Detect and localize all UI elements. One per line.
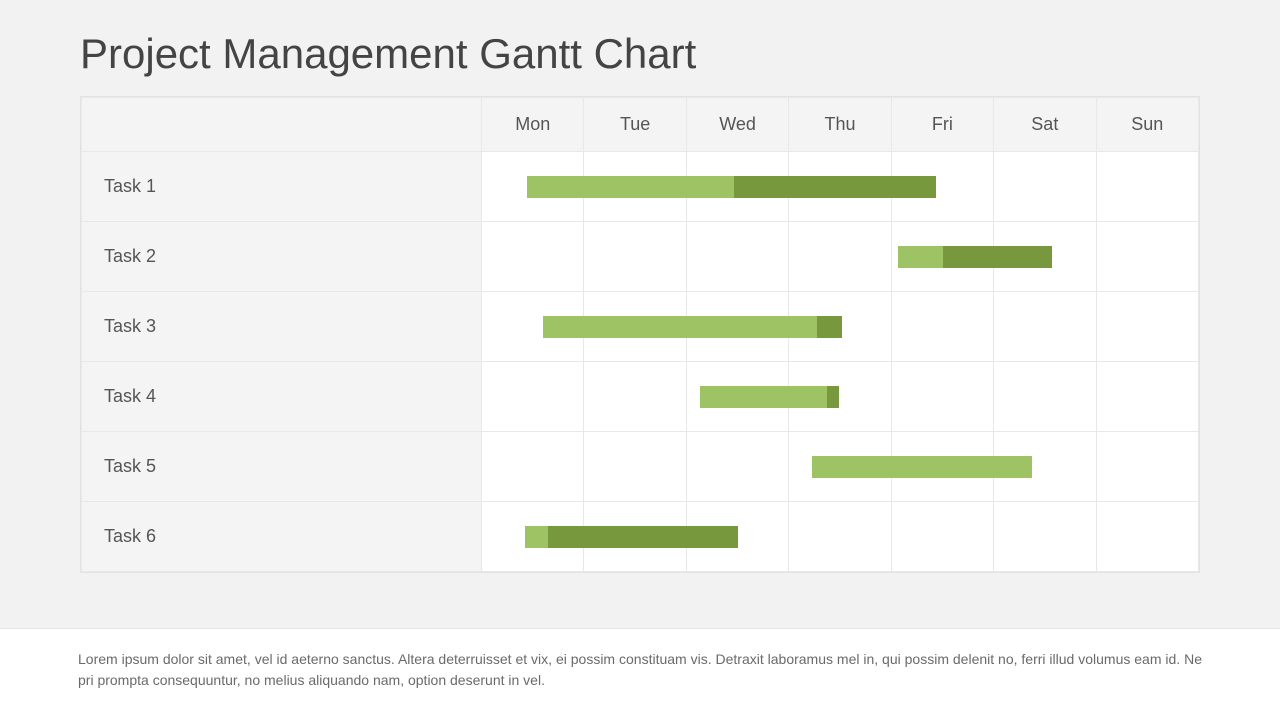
- gantt-cell: [789, 432, 891, 502]
- gantt-header-empty: [82, 98, 482, 152]
- gantt-cell: [584, 292, 686, 362]
- gantt-cell: [789, 502, 891, 572]
- gantt-cell: [994, 222, 1096, 292]
- gantt-cell: [891, 292, 993, 362]
- gantt-cell: [1096, 292, 1198, 362]
- gantt-day-header: Sun: [1096, 98, 1198, 152]
- gantt-cell: [994, 432, 1096, 502]
- gantt-row: Task 6: [82, 502, 1199, 572]
- gantt-cell: [789, 292, 891, 362]
- gantt-cell: [482, 222, 584, 292]
- gantt-task-label: Task 6: [82, 502, 482, 572]
- gantt-chart: Mon Tue Wed Thu Fri Sat Sun Task 1Task 2…: [80, 96, 1200, 573]
- page-title: Project Management Gantt Chart: [0, 0, 1280, 96]
- gantt-row: Task 5: [82, 432, 1199, 502]
- gantt-cell: [994, 502, 1096, 572]
- gantt-cell: [686, 292, 788, 362]
- gantt-cell: [891, 222, 993, 292]
- gantt-cell: [994, 152, 1096, 222]
- gantt-day-header: Thu: [789, 98, 891, 152]
- gantt-cell: [1096, 222, 1198, 292]
- gantt-task-label: Task 4: [82, 362, 482, 432]
- gantt-cell: [482, 292, 584, 362]
- gantt-task-label: Task 1: [82, 152, 482, 222]
- gantt-bar-light: [525, 526, 548, 548]
- gantt-cell: [994, 292, 1096, 362]
- gantt-day-header: Fri: [891, 98, 993, 152]
- gantt-header-row: Mon Tue Wed Thu Fri Sat Sun: [82, 98, 1199, 152]
- gantt-cell: [1096, 502, 1198, 572]
- gantt-cell: [584, 432, 686, 502]
- gantt-cell: [1096, 362, 1198, 432]
- gantt-cell: [482, 432, 584, 502]
- gantt-cell: [686, 152, 788, 222]
- gantt-cell: [1096, 152, 1198, 222]
- gantt-cell: [686, 432, 788, 502]
- gantt-day-header: Mon: [482, 98, 584, 152]
- gantt-cell: [686, 222, 788, 292]
- gantt-day-header: Sat: [994, 98, 1096, 152]
- gantt-table: Mon Tue Wed Thu Fri Sat Sun Task 1Task 2…: [81, 97, 1199, 572]
- gantt-cell: [891, 432, 993, 502]
- gantt-header: Mon Tue Wed Thu Fri Sat Sun: [82, 98, 1199, 152]
- gantt-cell: [789, 152, 891, 222]
- gantt-cell: [789, 222, 891, 292]
- slide: Project Management Gantt Chart Mon Tue W…: [0, 0, 1280, 720]
- gantt-cell: [584, 362, 686, 432]
- gantt-row: Task 3: [82, 292, 1199, 362]
- gantt-task-label: Task 2: [82, 222, 482, 292]
- gantt-cell: [1096, 432, 1198, 502]
- gantt-cell: [482, 362, 584, 432]
- gantt-day-header: Tue: [584, 98, 686, 152]
- gantt-body: Task 1Task 2Task 3Task 4Task 5Task 6: [82, 152, 1199, 572]
- gantt-cell: [891, 362, 993, 432]
- gantt-row: Task 4: [82, 362, 1199, 432]
- gantt-row: Task 2: [82, 222, 1199, 292]
- gantt-cell: [584, 152, 686, 222]
- gantt-day-header: Wed: [686, 98, 788, 152]
- gantt-cell: [994, 362, 1096, 432]
- gantt-cell: [686, 362, 788, 432]
- gantt-task-label: Task 5: [82, 432, 482, 502]
- gantt-cell: [789, 362, 891, 432]
- gantt-task-label: Task 3: [82, 292, 482, 362]
- gantt-cell: [686, 502, 788, 572]
- gantt-cell: [584, 222, 686, 292]
- gantt-cell: [891, 152, 993, 222]
- gantt-cell: [891, 502, 993, 572]
- gantt-cell: [482, 502, 584, 572]
- gantt-row: Task 1: [82, 152, 1199, 222]
- footer-text: Lorem ipsum dolor sit amet, vel id aeter…: [0, 628, 1280, 720]
- gantt-cell: [482, 152, 584, 222]
- gantt-cell: [584, 502, 686, 572]
